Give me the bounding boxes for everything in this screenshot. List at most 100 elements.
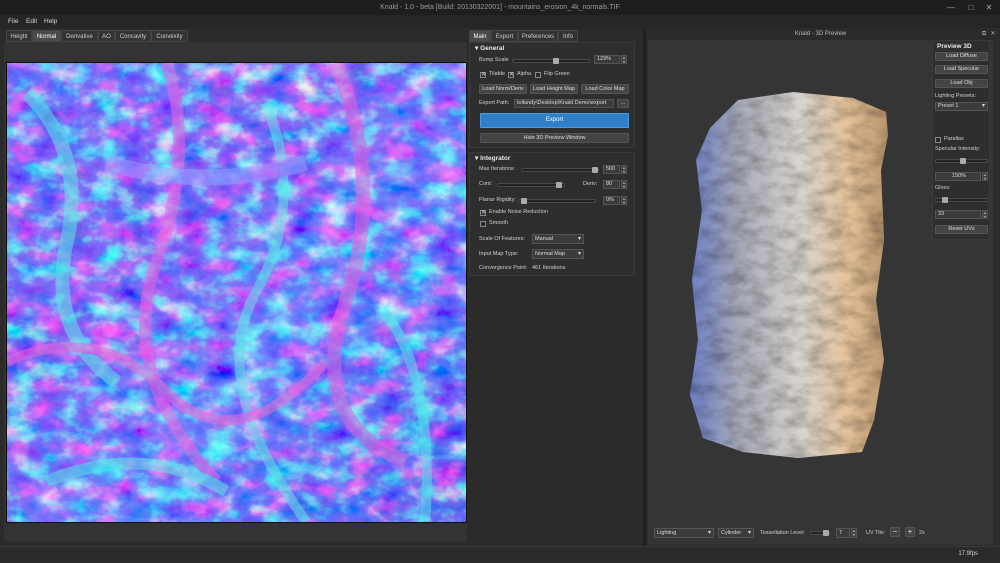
tab-derivative[interactable]: Derivative bbox=[61, 30, 98, 42]
deriv-field[interactable]: 80 bbox=[603, 180, 620, 189]
max-iterations-spinner[interactable]: ▴ ▾ bbox=[621, 165, 627, 174]
noise-reduction-label: Enable Noise Reduction bbox=[489, 209, 549, 215]
specular-spinner[interactable]: ▴ ▾ bbox=[982, 172, 988, 181]
deriv-spinner[interactable]: ▴ ▾ bbox=[621, 180, 627, 189]
uv-tile-value: 2x bbox=[919, 530, 925, 536]
planar-rigidity-label: Planar Rigidity: bbox=[479, 197, 516, 203]
tab-convexity[interactable]: Convexity bbox=[151, 30, 188, 42]
tab-preferences[interactable]: Preferences bbox=[518, 30, 558, 42]
planar-rigidity-slider[interactable] bbox=[518, 198, 596, 204]
slider-handle[interactable] bbox=[823, 530, 829, 536]
slider-handle[interactable] bbox=[521, 198, 527, 204]
export-path-field[interactable]: tollandy\Desktop\Knald Demo\export bbox=[514, 99, 614, 108]
minimize-icon[interactable]: — bbox=[942, 0, 960, 15]
input-map-label: Input Map Type: bbox=[479, 251, 519, 257]
smooth-label: Smooth bbox=[489, 220, 508, 226]
tessellation-field[interactable]: 7 bbox=[836, 528, 850, 538]
bump-scale-field[interactable]: 129% bbox=[594, 55, 620, 64]
slider-handle[interactable] bbox=[556, 182, 562, 188]
menu-edit[interactable]: Edit bbox=[26, 15, 37, 28]
bump-scale-slider[interactable] bbox=[512, 58, 590, 64]
integrator-header-label: Integrator bbox=[480, 155, 511, 162]
tab-main[interactable]: Main bbox=[469, 30, 491, 42]
preview-3d-header: Preview 3D bbox=[937, 43, 972, 50]
close-icon[interactable]: ✕ bbox=[980, 0, 998, 15]
general-header-label: General bbox=[480, 45, 505, 52]
window-title: Knald - 1.0 - beta [Build: 20130322001] … bbox=[0, 0, 1000, 15]
tessellation-spinner[interactable]: ▴ ▾ bbox=[851, 528, 857, 538]
export-button[interactable]: Export bbox=[480, 113, 629, 128]
uv-increase-button[interactable]: + bbox=[905, 527, 915, 537]
menu-help[interactable]: Help bbox=[44, 15, 57, 28]
tileable-checkbox[interactable] bbox=[480, 71, 486, 78]
slider-handle[interactable] bbox=[553, 58, 559, 64]
max-iterations-slider[interactable] bbox=[521, 167, 599, 173]
fps-counter: 17.9fps bbox=[958, 551, 978, 557]
flip-green-checkbox[interactable] bbox=[535, 72, 541, 78]
max-iterations-field[interactable]: 500 bbox=[603, 165, 620, 174]
normal-map-viewport[interactable] bbox=[6, 62, 467, 523]
export-path-label: Export Path: bbox=[479, 100, 510, 106]
lighting-preset-dropdown[interactable]: Preset 1 bbox=[935, 102, 988, 111]
tab-concavity[interactable]: Concavity bbox=[115, 30, 151, 42]
slider-handle[interactable] bbox=[592, 167, 598, 173]
load-diffuse-button[interactable]: Load Diffuse bbox=[935, 52, 988, 61]
noise-reduction-checkbox[interactable] bbox=[480, 209, 486, 216]
planar-rigidity-field[interactable]: 0% bbox=[603, 196, 620, 205]
close-preview-icon[interactable]: ✕ bbox=[984, 28, 1000, 40]
scale-features-dropdown[interactable]: Manual bbox=[532, 234, 584, 244]
convergence-value: 461 Iterations bbox=[532, 265, 566, 271]
cont-deriv-slider[interactable] bbox=[497, 182, 565, 188]
gloss-spinner[interactable]: ▴ ▾ bbox=[982, 210, 988, 219]
tab-info[interactable]: Info bbox=[558, 30, 578, 42]
preview-title: Knald - 3D Preview bbox=[794, 31, 847, 37]
tessellation-label: Tessellation Level: bbox=[760, 530, 805, 536]
tab-ao[interactable]: AO bbox=[98, 30, 115, 42]
lighting-presets-label: Lighting Presets: bbox=[935, 93, 976, 99]
browse-button[interactable]: ... bbox=[617, 99, 629, 108]
planar-rigidity-spinner[interactable]: ▴ ▾ bbox=[621, 196, 627, 205]
reset-uvs-button[interactable]: Reset UVs bbox=[935, 225, 988, 234]
input-map-dropdown[interactable]: Normal Map bbox=[532, 249, 584, 259]
splitter[interactable] bbox=[643, 28, 646, 546]
tessellation-slider[interactable] bbox=[810, 530, 830, 536]
status-bar: 17.9fps bbox=[0, 546, 1000, 563]
load-norm-button[interactable]: Load Norm/Deriv bbox=[479, 84, 527, 94]
gloss-field[interactable]: 33 bbox=[935, 210, 981, 219]
specular-slider[interactable] bbox=[935, 158, 988, 164]
specular-intensity-label: Specular Intensity: bbox=[935, 146, 981, 152]
general-header[interactable]: ▾ General bbox=[475, 44, 504, 52]
load-height-button[interactable]: Load Height Map bbox=[530, 84, 578, 94]
alpha-checkbox[interactable] bbox=[508, 71, 514, 78]
slider-handle[interactable] bbox=[942, 197, 948, 203]
tab-normal[interactable]: Normal bbox=[32, 30, 61, 42]
render-mode-dropdown[interactable]: Lighting bbox=[654, 528, 714, 538]
tab-export[interactable]: Export bbox=[491, 30, 518, 42]
load-specular-button[interactable]: Load Specular bbox=[935, 65, 988, 74]
mesh-shape-dropdown[interactable]: Cylinder bbox=[718, 528, 754, 538]
alpha-label: Alpha bbox=[517, 71, 532, 77]
menu-file[interactable]: File bbox=[8, 15, 18, 28]
load-obj-button[interactable]: Load Obj bbox=[935, 79, 988, 88]
hide-preview-button[interactable]: Hide 3D Preview Window bbox=[480, 133, 629, 143]
flip-green-label: Flip Green bbox=[544, 71, 570, 77]
deriv-label: Deriv: bbox=[583, 181, 598, 187]
specular-field[interactable]: 150% bbox=[935, 172, 981, 181]
load-color-button[interactable]: Load Color Map bbox=[581, 84, 629, 94]
bump-scale-spinner[interactable]: ▴ ▾ bbox=[621, 55, 627, 64]
smooth-checkbox[interactable] bbox=[480, 221, 486, 227]
tab-height[interactable]: Height bbox=[6, 30, 32, 42]
uv-decrease-button[interactable]: − bbox=[890, 527, 900, 537]
gloss-slider[interactable] bbox=[935, 197, 988, 203]
cont-label: Cont: bbox=[479, 181, 493, 187]
slider-handle[interactable] bbox=[960, 158, 966, 164]
bump-scale-label: Bump Scale bbox=[479, 57, 509, 63]
integrator-header[interactable]: ▾ Integrator bbox=[475, 154, 510, 162]
parallax-label: Parallax bbox=[944, 136, 964, 142]
parallax-checkbox[interactable] bbox=[935, 137, 941, 143]
uv-tile-label: UV Tile: bbox=[866, 530, 886, 536]
convergence-label: Convergence Point: bbox=[479, 265, 528, 271]
menu-bar: File Edit Help bbox=[0, 15, 1000, 28]
scale-features-label: Scale Of Features: bbox=[479, 236, 525, 242]
maximize-icon[interactable]: □ bbox=[962, 0, 980, 15]
